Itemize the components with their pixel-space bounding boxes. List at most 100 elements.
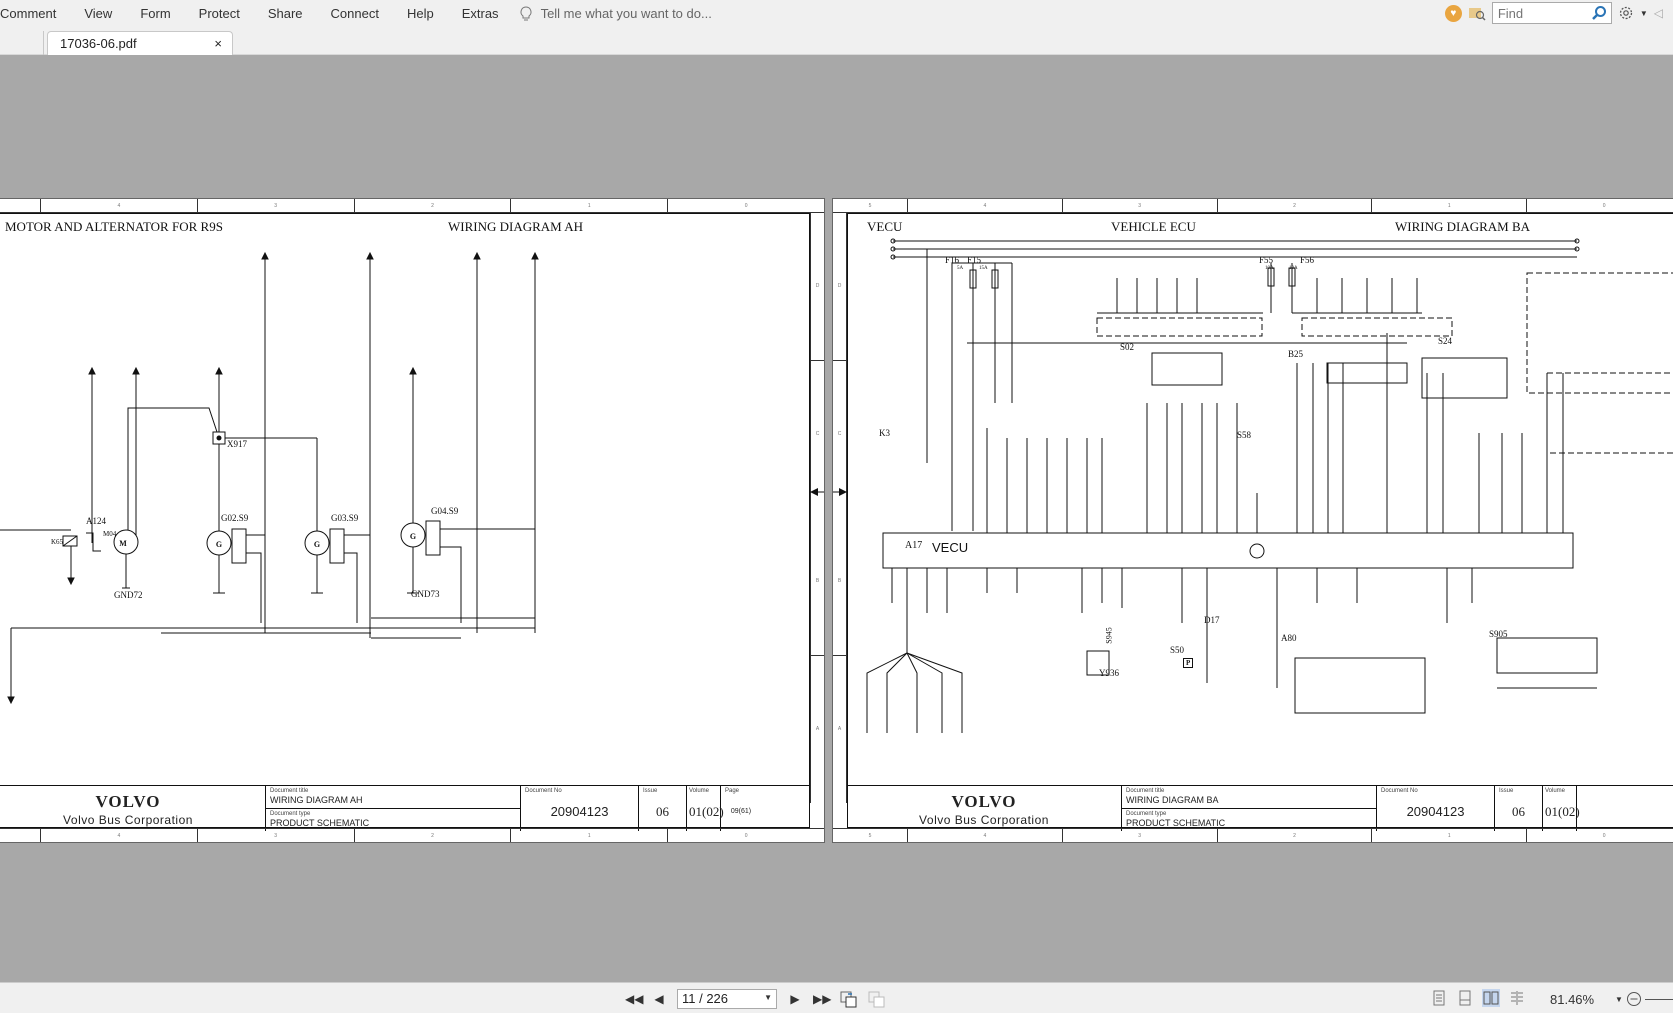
tell-me-search[interactable]: Tell me what you want to do... [519,5,712,22]
first-page-icon[interactable]: ◀◀ [625,992,643,1006]
side-ruler-cell: D [833,213,846,361]
zoom-dropdown-icon[interactable]: ▼ [1615,995,1623,1004]
generator-symbol: G [216,540,222,549]
volume-cell: Volume 01(02) [1543,786,1580,831]
continue-left-arrow-icon [810,488,824,496]
doc-number-cell: Document No 20904123 [1377,786,1495,831]
two-page-view-icon[interactable] [1482,989,1500,1007]
doc-title-label: Document title [1126,788,1165,794]
side-ruler-cell: B [811,508,824,656]
side-ruler-cell: D [811,213,824,361]
volume-cell: Volume 01(02) [687,786,724,831]
single-page-view-icon[interactable] [1430,989,1448,1007]
continuous-view-icon[interactable] [1456,989,1474,1007]
component-a80: A80 [1281,633,1297,643]
menu-protect[interactable]: Protect [185,0,254,27]
page-number-field[interactable]: 11 / 226 ▼ [677,989,777,1009]
favorite-heart-icon[interactable]: ♥ [1444,4,1462,22]
component-s905: S905 [1489,629,1508,639]
title-block: VOLVO Volvo Bus Corporation Document tit… [847,785,1673,831]
component-y936: Y936 [1099,668,1119,678]
document-viewer[interactable]: 4 3 2 1 0 D C B A MOTOR AND ALTERNATOR F… [0,55,1673,982]
next-page-icon[interactable]: ▶ [787,992,803,1006]
doc-type-label: Document type [270,811,311,817]
menu-share[interactable]: Share [254,0,317,27]
doc-type-label: Document type [1126,811,1167,817]
menu-comment[interactable]: Comment [0,0,70,27]
page-navigation: ◀◀ ◀ 11 / 226 ▼ ▶ ▶▶ [625,989,885,1009]
component-s58: S58 [1237,430,1252,440]
folder-search-icon[interactable] [1468,5,1486,21]
ruler-cell: 3 [1063,199,1218,212]
schematic-vecu [866,238,1673,733]
ruler-cell: 1 [1372,829,1528,842]
doc-title: WIRING DIAGRAM AH [270,795,363,805]
lightbulb-icon [520,5,532,20]
bottom-ruler: 5 4 3 2 1 0 [833,828,1673,842]
doc-title-label: Document title [270,788,309,794]
tab-document[interactable]: 17036-06.pdf × [47,31,233,55]
vecu-input-wires [986,333,1564,533]
doc-number: 20904123 [1406,804,1465,819]
menu-extras[interactable]: Extras [448,0,513,27]
ruler-cell [0,199,41,212]
collapse-panel-icon[interactable]: ◁ [1654,6,1663,20]
right-toolbar: ♥ ▼ ◁ [1444,2,1663,24]
ruler-cell: 3 [198,829,355,842]
component-s02: S02 [1120,342,1135,352]
settings-gear-icon[interactable] [1618,5,1634,21]
component-f15: F15 [967,255,982,265]
side-ruler-cell: A [815,725,820,732]
component-f16: F16 [945,255,960,265]
two-page-continuous-view-icon[interactable] [1508,989,1526,1007]
doc-no-label: Document No [1381,788,1418,794]
settings-dropdown-icon[interactable]: ▼ [1640,9,1648,18]
ruler-cell: 2 [1218,829,1373,842]
menu-form[interactable]: Form [126,0,184,27]
generator-symbol: G [314,540,320,549]
menu-view[interactable]: View [70,0,126,27]
doc-type: PRODUCT SCHEMATIC [270,818,370,828]
menu-bar: Comment View Form Protect Share Connect … [0,0,1673,27]
page-dropdown-icon[interactable]: ▼ [764,993,772,1002]
doc-no-label: Document No [525,788,562,794]
find-field[interactable] [1491,2,1612,24]
ruler-cell: 2 [1218,199,1373,212]
next-view-icon[interactable] [867,990,885,1008]
ruler-cell: 5 [833,199,908,212]
tab-previous[interactable] [0,31,44,55]
continue-right-arrow-icon [833,488,847,496]
component-s945: S945 [1104,627,1114,644]
menu-help[interactable]: Help [393,0,448,27]
f56-rating: 10A [1289,266,1298,271]
volume-label: Volume [1545,788,1566,794]
component-gnd72: GND72 [114,590,143,600]
menu-connect[interactable]: Connect [317,0,393,27]
page-right: 5 4 3 2 1 0 D C B A VECU VEHICLE ECU WIR… [832,198,1673,843]
volvo-logo: VOLVO [951,792,1017,811]
previous-page-icon[interactable]: ◀ [651,992,667,1006]
component-m04: M04 [103,530,117,538]
zoom-level[interactable]: 81.46% [1550,992,1594,1007]
close-tab-icon[interactable]: × [214,36,222,51]
issue-label: Issue [643,788,658,794]
previous-view-icon[interactable] [839,990,857,1008]
f16-rating: 5A [957,266,964,271]
issue-label: Issue [1499,788,1514,794]
zoom-out-icon[interactable] [1626,991,1642,1007]
ruler-cell: 0 [1602,203,1606,209]
ruler-cell: 0 [744,203,748,209]
motor-symbol: M [119,539,127,548]
zoom-slider[interactable] [1644,998,1673,1000]
page-left: 4 3 2 1 0 D C B A MOTOR AND ALTERNATOR F… [0,198,825,843]
ruler-cell: 4 [41,829,198,842]
zoom-controls: ▼ [1615,991,1673,1007]
volvo-logo: VOLVO [95,792,161,811]
doc-info: Document title WIRING DIAGRAM AH Document… [266,786,521,831]
search-icon[interactable] [1591,5,1607,21]
last-page-icon[interactable]: ▶▶ [813,992,831,1006]
doc-number: 20904123 [550,804,609,819]
component-s24: S24 [1438,336,1453,346]
find-input[interactable] [1497,5,1590,21]
ruler-cell: 3 [1063,829,1218,842]
